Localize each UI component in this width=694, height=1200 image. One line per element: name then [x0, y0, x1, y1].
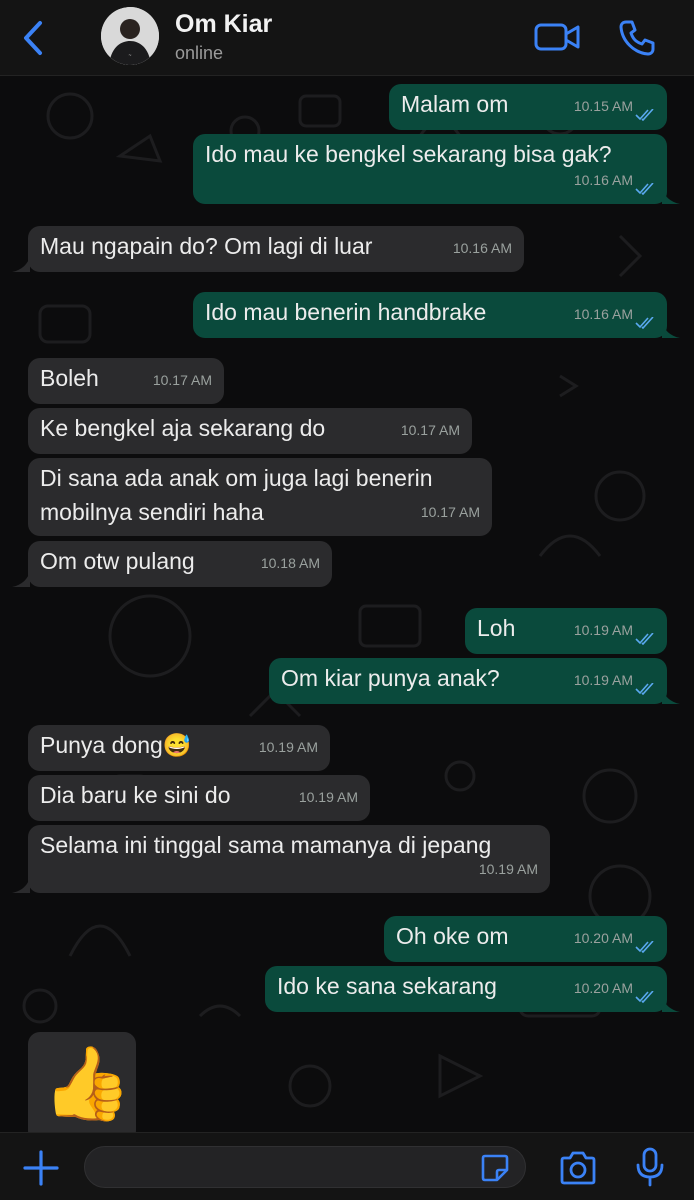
read-receipt-icon [635, 683, 654, 695]
read-receipt-icon [635, 317, 654, 329]
sticker-icon[interactable] [480, 1153, 510, 1183]
microphone-icon[interactable] [634, 1147, 666, 1187]
message-bubble[interactable]: Ido mau ke bengkel sekarang bisa gak? 10… [193, 134, 667, 204]
message-bubble[interactable]: Ido mau benerin handbrake 10.16 AM [193, 292, 667, 338]
bubble-tail [662, 996, 680, 1012]
message-text: Selama ini tinggal sama mamanya di jepan… [40, 832, 492, 858]
message-bubble[interactable]: Malam om 10.15 AM [389, 84, 667, 130]
message-time: 10.17 AM [400, 422, 460, 438]
message-text: Om kiar punya anak? [281, 665, 500, 691]
message-bubble[interactable]: Oh oke om 10.20 AM [384, 916, 667, 962]
message-time: 10.19 AM [573, 672, 633, 688]
message-bubble[interactable]: Om otw pulang 10.18 AM [28, 541, 332, 587]
sticker-emoji: 👍 [42, 1044, 132, 1124]
message-text: Malam om [401, 91, 509, 117]
chevron-left-icon[interactable] [14, 18, 54, 58]
message-bubble[interactable]: Ido ke sana sekarang 10.20 AM [265, 966, 667, 1012]
message-bubble[interactable]: Boleh 10.17 AM [28, 358, 224, 404]
thumbs-up-sticker[interactable]: 👍 [28, 1032, 136, 1132]
message-text: Di sana ada anak om juga lagi benerin [40, 465, 433, 491]
message-time: 10.20 AM [573, 930, 633, 946]
message-text: Ke bengkel aja sekarang do [40, 415, 326, 441]
message-text: Ido ke sana sekarang [277, 973, 497, 999]
contact-status: online [175, 43, 224, 63]
message-bubble[interactable]: Mau ngapain do? Om lagi di luar 10.16 AM [28, 226, 524, 272]
message-text: Punya dong😅 [40, 732, 192, 758]
message-text: Ido mau ke bengkel sekarang bisa gak? [205, 141, 612, 167]
read-receipt-icon [635, 633, 654, 645]
avatar[interactable]: ~ [101, 7, 159, 65]
svg-text:~: ~ [129, 53, 132, 59]
message-time: 10.17 AM [420, 504, 480, 520]
bubble-tail [12, 571, 30, 587]
message-time: 10.18 AM [260, 555, 320, 571]
read-receipt-icon [635, 183, 654, 195]
message-time: 10.19 AM [573, 622, 633, 638]
message-text: Om otw pulang [40, 548, 195, 574]
message-bubble[interactable]: Dia baru ke sini do 10.19 AM [28, 775, 370, 821]
message-time: 10.16 AM [573, 172, 633, 188]
message-time: 10.19 AM [478, 861, 538, 877]
contact-name[interactable]: Om Kiar [175, 10, 272, 39]
message-input[interactable] [84, 1146, 526, 1188]
bubble-tail [662, 688, 680, 704]
camera-icon[interactable] [558, 1151, 598, 1185]
bubble-tail [662, 322, 680, 338]
read-receipt-icon [635, 109, 654, 121]
message-text: Boleh [40, 365, 99, 391]
message-bubble[interactable]: Ke bengkel aja sekarang do 10.17 AM [28, 408, 472, 454]
message-time: 10.16 AM [573, 306, 633, 322]
message-time: 10.16 AM [452, 240, 512, 256]
message-time: 10.19 AM [258, 739, 318, 755]
message-time: 10.15 AM [573, 98, 633, 114]
message-bubble[interactable]: Di sana ada anak om juga lagi benerin mo… [28, 458, 492, 536]
message-text: Oh oke om [396, 923, 509, 949]
message-text: Dia baru ke sini do [40, 782, 231, 808]
video-camera-icon[interactable] [533, 20, 581, 54]
bubble-tail [12, 877, 30, 893]
composer-bar [0, 1132, 694, 1200]
bubble-tail [662, 188, 680, 204]
message-text: Mau ngapain do? Om lagi di luar [40, 233, 373, 259]
message-bubble[interactable]: Om kiar punya anak? 10.19 AM [269, 658, 667, 704]
message-time: 10.17 AM [152, 372, 212, 388]
read-receipt-icon [635, 941, 654, 953]
message-text: Ido mau benerin handbrake [205, 299, 487, 325]
read-receipt-icon [635, 991, 654, 1003]
plus-icon[interactable] [22, 1149, 60, 1187]
message-bubble[interactable]: Punya dong😅 10.19 AM [28, 725, 330, 771]
message-text: Loh [477, 615, 516, 641]
phone-icon[interactable] [617, 18, 657, 58]
chat-area[interactable]: Malam om 10.15 AM Ido mau ke bengkel sek… [0, 76, 694, 1132]
message-bubble[interactable]: Loh 10.19 AM [465, 608, 667, 654]
chat-header: ~ Om Kiar online [0, 0, 694, 76]
message-time: 10.19 AM [298, 789, 358, 805]
message-bubble[interactable]: Selama ini tinggal sama mamanya di jepan… [28, 825, 550, 893]
message-time: 10.20 AM [573, 980, 633, 996]
bubble-tail [12, 256, 30, 272]
message-text-line2: mobilnya sendiri haha [40, 499, 264, 525]
